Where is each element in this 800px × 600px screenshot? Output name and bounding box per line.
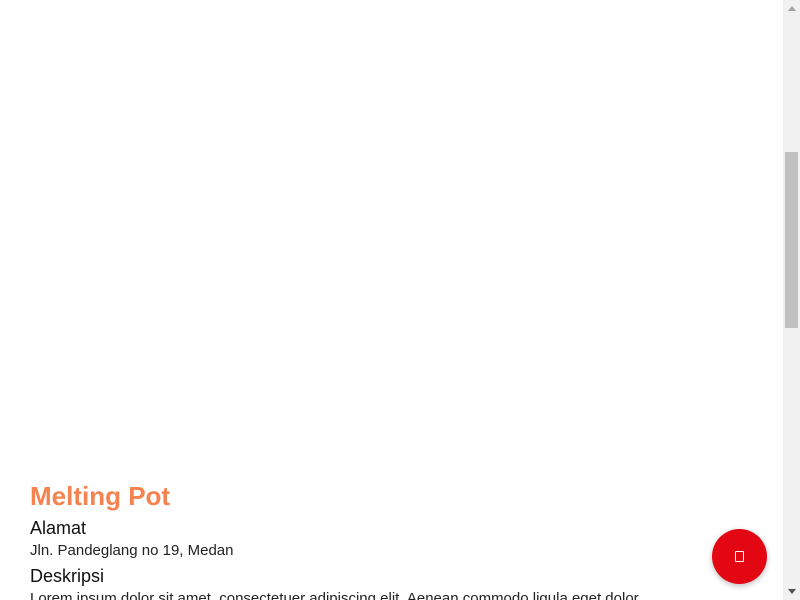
scroll-up-arrow[interactable] bbox=[783, 0, 800, 17]
place-title: Melting Pot bbox=[30, 481, 171, 511]
hero-image-area bbox=[0, 0, 783, 470]
page-viewport: Melting Pot Alamat Jln. Pandeglang no 19… bbox=[0, 0, 783, 600]
place-detail: Melting Pot Alamat Jln. Pandeglang no 19… bbox=[30, 478, 760, 600]
address-heading: Alamat bbox=[30, 518, 87, 538]
chevron-up-icon bbox=[787, 6, 796, 11]
scroll-thumb[interactable] bbox=[785, 152, 798, 328]
description-heading: Deskripsi bbox=[30, 566, 105, 586]
description-text: Lorem ipsum dolor sit amet, consectetuer… bbox=[30, 590, 643, 600]
vertical-scrollbar[interactable] bbox=[783, 0, 800, 600]
document-icon bbox=[735, 551, 744, 562]
chevron-down-icon bbox=[787, 589, 796, 594]
scroll-down-arrow[interactable] bbox=[783, 583, 800, 600]
address-text: Jln. Pandeglang no 19, Medan bbox=[30, 542, 234, 559]
floating-action-button[interactable] bbox=[712, 529, 767, 584]
